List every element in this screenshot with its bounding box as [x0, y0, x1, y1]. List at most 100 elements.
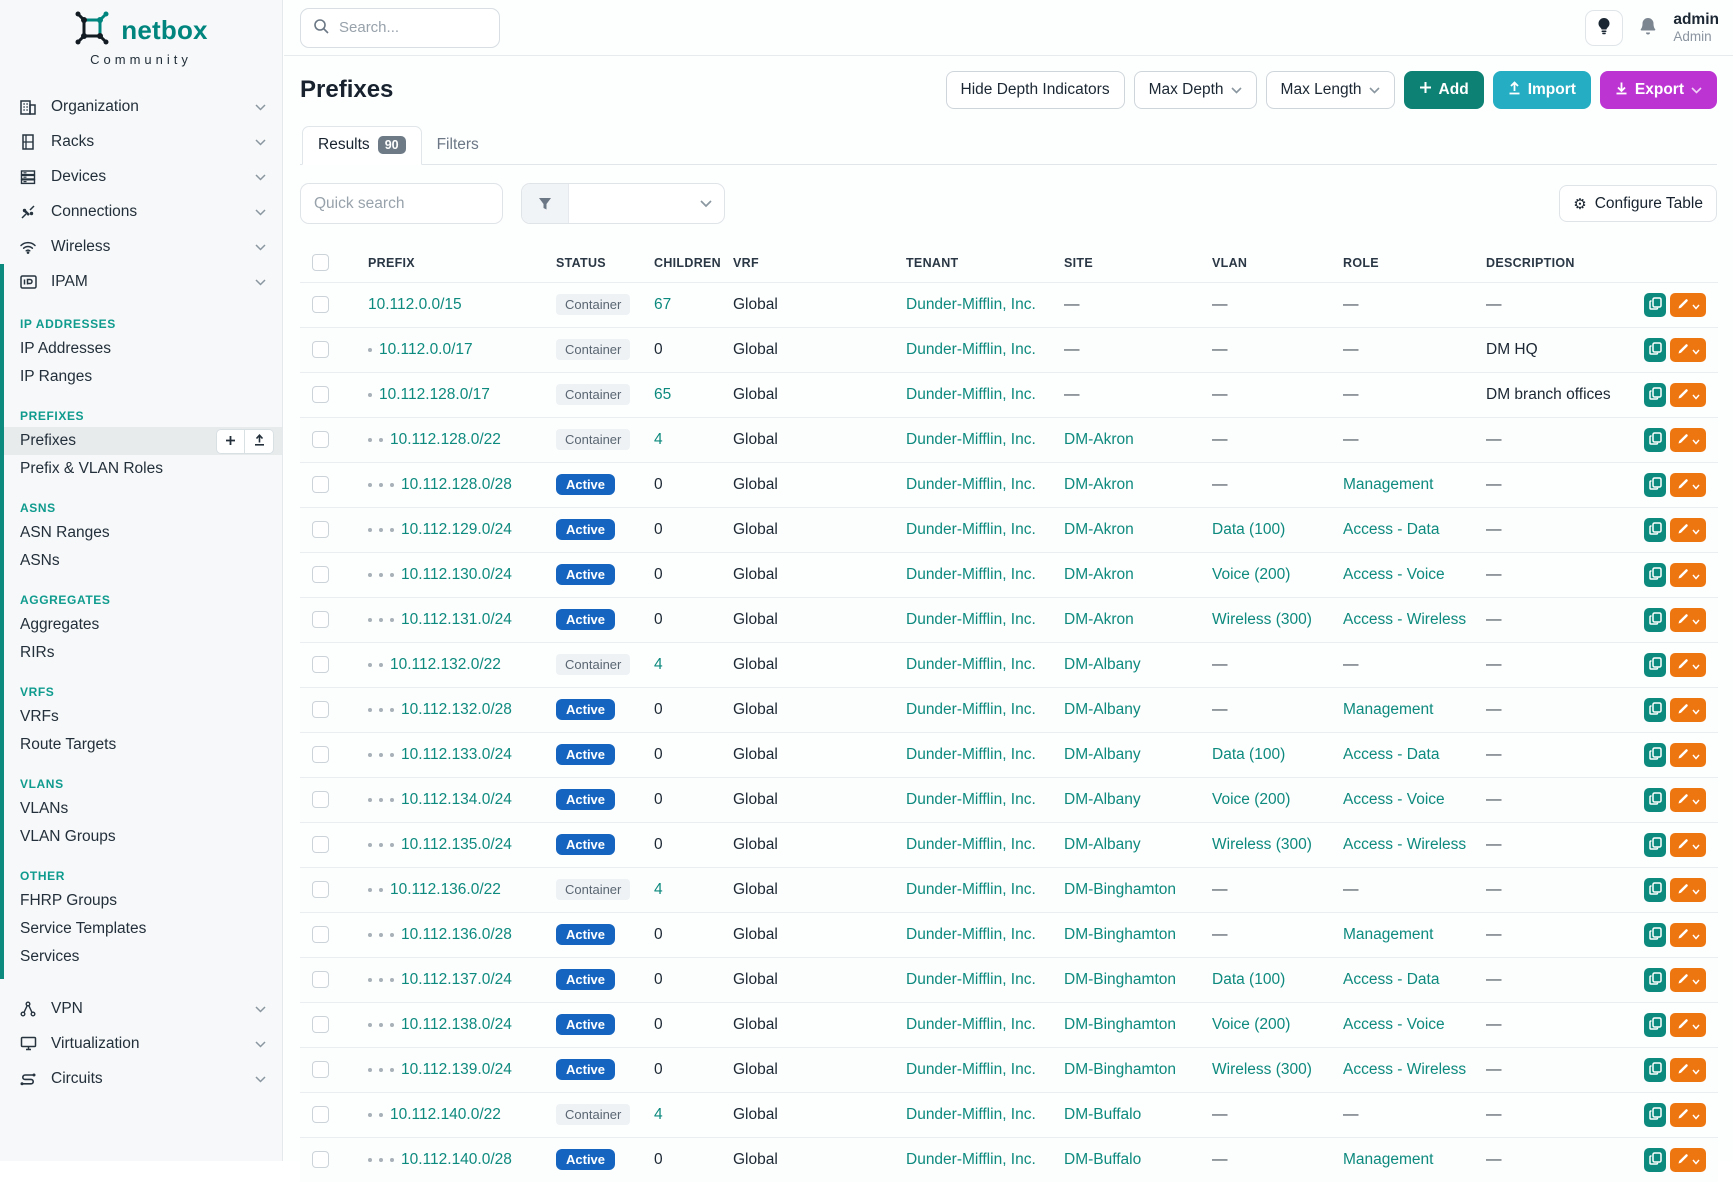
copy-button[interactable] — [1644, 923, 1666, 947]
quick-add-button[interactable] — [216, 429, 245, 454]
vlan-link[interactable]: Voice (200) — [1212, 1016, 1290, 1033]
prefix-link[interactable]: 10.112.131.0/24 — [401, 611, 512, 629]
site-link[interactable]: DM-Albany — [1064, 791, 1141, 808]
add-button[interactable]: Add — [1404, 71, 1484, 109]
column-header-children[interactable]: CHILDREN — [642, 245, 721, 283]
sidebar-item-organization[interactable]: Organization — [0, 89, 282, 124]
vlan-link[interactable]: Voice (200) — [1212, 791, 1290, 808]
sidebar-item-vlans[interactable]: VLANs — [4, 795, 282, 823]
vlan-link[interactable]: Wireless (300) — [1212, 836, 1312, 853]
copy-button[interactable] — [1644, 968, 1666, 992]
max-depth-dropdown[interactable]: Max Depth — [1134, 71, 1257, 109]
configure-table-button[interactable]: ⚙ Configure Table — [1559, 185, 1717, 222]
tenant-link[interactable]: Dunder-Mifflin, Inc. — [906, 611, 1036, 628]
edit-dropdown-button[interactable] — [1670, 968, 1706, 992]
sidebar-item-vpn[interactable]: VPN — [0, 991, 282, 1026]
column-header-site[interactable]: SITE — [1052, 245, 1200, 283]
row-checkbox[interactable] — [312, 1061, 329, 1078]
copy-button[interactable] — [1644, 833, 1666, 857]
vlan-link[interactable]: Wireless (300) — [1212, 1061, 1312, 1078]
quick-search-input[interactable] — [300, 183, 503, 224]
site-link[interactable]: DM-Akron — [1064, 431, 1134, 448]
prefix-link[interactable]: 10.112.140.0/28 — [401, 1151, 512, 1169]
role-link[interactable]: Access - Wireless — [1343, 1061, 1466, 1078]
prefix-link[interactable]: 10.112.137.0/24 — [401, 971, 512, 989]
sidebar-item-prefix-vlan-roles[interactable]: Prefix & VLAN Roles — [4, 455, 282, 483]
row-checkbox[interactable] — [312, 386, 329, 403]
row-checkbox[interactable] — [312, 341, 329, 358]
row-checkbox[interactable] — [312, 611, 329, 628]
copy-button[interactable] — [1644, 383, 1666, 407]
tab-filters[interactable]: Filters — [422, 126, 494, 165]
row-checkbox[interactable] — [312, 791, 329, 808]
prefix-link[interactable]: 10.112.135.0/24 — [401, 836, 512, 854]
tenant-link[interactable]: Dunder-Mifflin, Inc. — [906, 881, 1036, 898]
site-link[interactable]: DM-Binghamton — [1064, 971, 1176, 988]
tenant-link[interactable]: Dunder-Mifflin, Inc. — [906, 1151, 1036, 1168]
sidebar-item-connections[interactable]: Connections — [0, 194, 282, 229]
export-dropdown-button[interactable]: Export — [1600, 71, 1717, 109]
tenant-link[interactable]: Dunder-Mifflin, Inc. — [906, 296, 1036, 313]
vlan-link[interactable]: Data (100) — [1212, 746, 1285, 763]
edit-dropdown-button[interactable] — [1670, 788, 1706, 812]
import-button[interactable]: Import — [1493, 71, 1591, 109]
prefix-link[interactable]: 10.112.0.0/15 — [368, 296, 462, 314]
children-count-link[interactable]: 65 — [654, 386, 671, 403]
role-link[interactable]: Access - Voice — [1343, 791, 1445, 808]
user-menu[interactable]: admin Admin — [1673, 11, 1719, 44]
tenant-link[interactable]: Dunder-Mifflin, Inc. — [906, 1016, 1036, 1033]
brand[interactable]: netbox Community — [0, 0, 282, 67]
role-link[interactable]: Access - Data — [1343, 971, 1439, 988]
prefix-link[interactable]: 10.112.0.0/17 — [379, 341, 473, 359]
tenant-link[interactable]: Dunder-Mifflin, Inc. — [906, 746, 1036, 763]
role-link[interactable]: Access - Voice — [1343, 566, 1445, 583]
prefix-link[interactable]: 10.112.129.0/24 — [401, 521, 512, 539]
edit-dropdown-button[interactable] — [1670, 383, 1706, 407]
role-link[interactable]: Access - Data — [1343, 746, 1439, 763]
sidebar-item-devices[interactable]: Devices — [0, 159, 282, 194]
role-link[interactable]: Management — [1343, 1151, 1433, 1168]
edit-dropdown-button[interactable] — [1670, 698, 1706, 722]
tenant-link[interactable]: Dunder-Mifflin, Inc. — [906, 386, 1036, 403]
role-link[interactable]: Management — [1343, 926, 1433, 943]
vlan-link[interactable]: Data (100) — [1212, 521, 1285, 538]
tenant-link[interactable]: Dunder-Mifflin, Inc. — [906, 656, 1036, 673]
sidebar-item-ip-addresses[interactable]: IP Addresses — [4, 335, 282, 363]
tab-results[interactable]: Results 90 — [302, 126, 422, 165]
row-checkbox[interactable] — [312, 656, 329, 673]
column-header-description[interactable]: DESCRIPTION — [1474, 245, 1632, 283]
site-link[interactable]: DM-Akron — [1064, 611, 1134, 628]
sidebar-item-prefixes[interactable]: Prefixes — [4, 427, 282, 455]
row-checkbox[interactable] — [312, 746, 329, 763]
site-link[interactable]: DM-Binghamton — [1064, 1061, 1176, 1078]
edit-dropdown-button[interactable] — [1670, 518, 1706, 542]
column-header-tenant[interactable]: TENANT — [894, 245, 1052, 283]
copy-button[interactable] — [1644, 1058, 1666, 1082]
copy-button[interactable] — [1644, 1148, 1666, 1172]
children-count-link[interactable]: 4 — [654, 656, 663, 673]
edit-dropdown-button[interactable] — [1670, 653, 1706, 677]
edit-dropdown-button[interactable] — [1670, 1103, 1706, 1127]
tenant-link[interactable]: Dunder-Mifflin, Inc. — [906, 701, 1036, 718]
row-checkbox[interactable] — [312, 521, 329, 538]
sidebar-item-route-targets[interactable]: Route Targets — [4, 731, 282, 759]
row-checkbox[interactable] — [312, 1151, 329, 1168]
sidebar-item-rirs[interactable]: RIRs — [4, 639, 282, 667]
prefix-link[interactable]: 10.112.132.0/22 — [390, 656, 501, 674]
sidebar-item-vrfs[interactable]: VRFs — [4, 703, 282, 731]
copy-button[interactable] — [1644, 878, 1666, 902]
tenant-link[interactable]: Dunder-Mifflin, Inc. — [906, 431, 1036, 448]
site-link[interactable]: DM-Albany — [1064, 701, 1141, 718]
sidebar-item-services[interactable]: Services — [4, 943, 282, 971]
children-count-link[interactable]: 4 — [654, 881, 663, 898]
prefix-link[interactable]: 10.112.134.0/24 — [401, 791, 512, 809]
global-search-input[interactable] — [339, 19, 479, 36]
prefix-link[interactable]: 10.112.128.0/17 — [379, 386, 490, 404]
role-link[interactable]: Access - Data — [1343, 521, 1439, 538]
tenant-link[interactable]: Dunder-Mifflin, Inc. — [906, 1061, 1036, 1078]
children-count-link[interactable]: 4 — [654, 431, 663, 448]
copy-button[interactable] — [1644, 653, 1666, 677]
global-search[interactable] — [300, 8, 500, 48]
sidebar-item-ipam[interactable]: IPAM — [4, 264, 282, 299]
role-link[interactable]: Access - Wireless — [1343, 611, 1466, 628]
